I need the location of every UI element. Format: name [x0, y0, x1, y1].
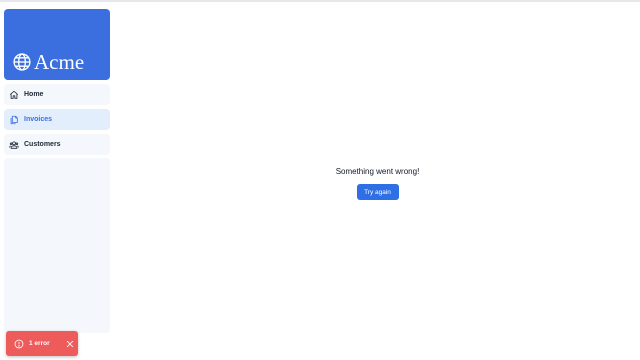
users-icon — [9, 140, 19, 149]
brand-banner[interactable]: Acme — [4, 9, 110, 80]
try-again-button[interactable]: Try again — [356, 184, 399, 200]
sidebar-item-label: Home — [24, 91, 44, 98]
brand-name: Acme — [34, 50, 85, 74]
sidebar-item-label: Invoices — [24, 116, 53, 123]
sidebar-item-customers[interactable]: Customers — [4, 134, 110, 155]
close-icon[interactable] — [66, 340, 74, 348]
top-border — [0, 0, 640, 2]
sidebar-item-invoices[interactable]: Invoices — [4, 109, 110, 130]
globe-icon — [13, 53, 31, 71]
home-icon — [9, 90, 19, 99]
sidebar: Acme Home Invoices Customers — [4, 9, 110, 333]
error-toast[interactable]: 1 error — [6, 331, 78, 356]
sidebar-item-label: Customers — [24, 141, 61, 148]
error-count-label: 1 error — [29, 340, 50, 347]
error-circle-icon — [14, 339, 24, 348]
sidebar-item-home[interactable]: Home — [4, 84, 110, 105]
error-panel: Something went wrong! Try again — [110, 160, 640, 200]
error-message: Something went wrong! — [335, 167, 420, 176]
document-icon — [10, 115, 18, 124]
brand-logo: Acme — [12, 51, 84, 73]
sidebar-spacer — [4, 158, 110, 333]
